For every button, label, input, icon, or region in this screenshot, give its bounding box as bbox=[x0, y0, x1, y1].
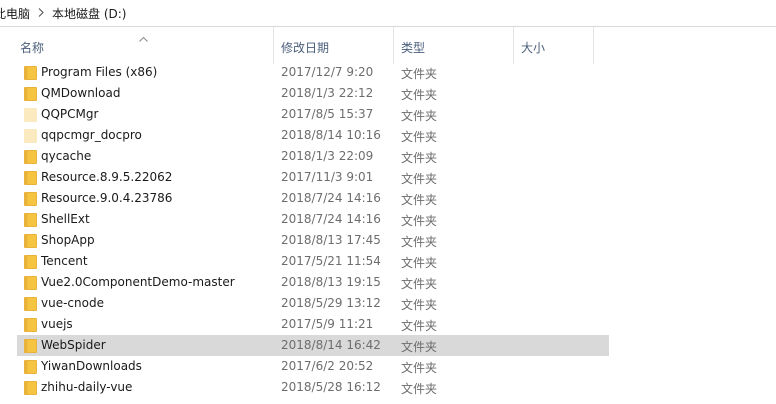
folder-icon bbox=[24, 149, 37, 164]
folder-icon bbox=[24, 191, 37, 206]
folder-icon bbox=[24, 359, 37, 374]
file-modified-date: 2018/5/28 16:12 bbox=[281, 380, 381, 394]
file-modified-date: 2017/8/5 15:37 bbox=[281, 107, 374, 121]
file-row[interactable]: qycache 2018/1/3 22:09 文件夹 bbox=[17, 146, 609, 167]
file-row[interactable]: WebSpider 2018/8/14 16:42 文件夹 bbox=[17, 335, 609, 356]
file-type: 文件夹 bbox=[401, 151, 438, 165]
file-modified-date: 2017/12/7 9:20 bbox=[281, 65, 374, 79]
file-name: ShopApp bbox=[41, 233, 95, 247]
column-header-size[interactable]: 大小 bbox=[514, 27, 594, 64]
column-header-date[interactable]: 修改日期 bbox=[274, 27, 394, 64]
folder-icon bbox=[24, 212, 37, 227]
file-type: 文件夹 bbox=[401, 319, 438, 333]
file-name: Resource.9.0.4.23786 bbox=[41, 191, 173, 205]
folder-icon bbox=[24, 317, 37, 332]
file-name: QMDownload bbox=[41, 86, 121, 100]
breadcrumb-this-pc[interactable]: 此电脑 bbox=[0, 5, 30, 22]
breadcrumb-drive-d[interactable]: 本地磁盘 (D:) bbox=[52, 5, 126, 22]
file-type: 文件夹 bbox=[401, 193, 438, 207]
file-row[interactable]: QQPCMgr 2017/8/5 15:37 文件夹 bbox=[17, 104, 609, 125]
file-row[interactable]: Resource.9.0.4.23786 2018/7/24 14:16 文件夹 bbox=[17, 188, 609, 209]
file-type: 文件夹 bbox=[401, 88, 438, 102]
file-name: zhihu-daily-vue bbox=[41, 380, 133, 394]
column-header-type[interactable]: 类型 bbox=[394, 27, 514, 64]
file-type: 文件夹 bbox=[401, 235, 438, 249]
file-type: 文件夹 bbox=[401, 67, 438, 81]
file-type: 文件夹 bbox=[401, 109, 438, 123]
file-modified-date: 2018/7/24 14:16 bbox=[281, 212, 381, 226]
file-name: qqpcmgr_docpro bbox=[41, 128, 142, 142]
file-modified-date: 2018/7/24 14:16 bbox=[281, 191, 381, 205]
file-row[interactable]: zhihu-daily-vue 2018/5/28 16:12 文件夹 bbox=[17, 377, 609, 398]
folder-icon bbox=[24, 233, 37, 248]
column-header-bar: 名称 修改日期 类型 大小 bbox=[0, 27, 776, 64]
file-modified-date: 2018/8/14 10:16 bbox=[281, 128, 381, 142]
file-name: Vue2.0ComponentDemo-master bbox=[41, 275, 235, 289]
file-modified-date: 2018/5/29 13:12 bbox=[281, 296, 381, 310]
file-modified-date: 2018/1/3 22:12 bbox=[281, 86, 374, 100]
file-row[interactable]: qqpcmgr_docpro 2018/8/14 10:16 文件夹 bbox=[17, 125, 609, 146]
folder-icon bbox=[24, 65, 37, 80]
file-type: 文件夹 bbox=[401, 172, 438, 186]
file-name: WebSpider bbox=[41, 338, 106, 352]
file-row[interactable]: YiwanDownloads 2017/6/2 20:52 文件夹 bbox=[17, 356, 609, 377]
folder-icon bbox=[24, 296, 37, 311]
file-row[interactable]: vuejs 2017/5/9 11:21 文件夹 bbox=[17, 314, 609, 335]
address-bar[interactable]: 此电脑 本地磁盘 (D:) bbox=[0, 0, 776, 27]
sort-ascending-icon bbox=[139, 31, 148, 45]
file-row[interactable]: Vue2.0ComponentDemo-master 2018/8/13 19:1… bbox=[17, 272, 609, 293]
file-modified-date: 2017/6/2 20:52 bbox=[281, 359, 374, 373]
file-type: 文件夹 bbox=[401, 340, 438, 354]
file-type: 文件夹 bbox=[401, 256, 438, 270]
folder-pale-icon bbox=[24, 128, 37, 143]
file-modified-date: 2018/8/13 19:15 bbox=[281, 275, 381, 289]
file-name: ShellExt bbox=[41, 212, 90, 226]
folder-icon bbox=[24, 275, 37, 290]
file-row[interactable]: Tencent 2017/5/21 11:54 文件夹 bbox=[17, 251, 609, 272]
folder-icon bbox=[24, 380, 37, 395]
file-name: YiwanDownloads bbox=[41, 359, 142, 373]
file-name: QQPCMgr bbox=[41, 107, 99, 121]
folder-pale-icon bbox=[24, 107, 37, 122]
file-name: Program Files (x86) bbox=[41, 65, 158, 79]
file-row[interactable]: vue-cnode 2018/5/29 13:12 文件夹 bbox=[17, 293, 609, 314]
file-name: qycache bbox=[41, 149, 92, 163]
file-modified-date: 2017/11/3 9:01 bbox=[281, 170, 374, 184]
folder-icon bbox=[24, 254, 37, 269]
file-name: Resource.8.9.5.22062 bbox=[41, 170, 173, 184]
chevron-right-icon[interactable] bbox=[30, 8, 52, 19]
column-header-type-label: 类型 bbox=[401, 41, 426, 55]
column-header-date-label: 修改日期 bbox=[281, 41, 330, 55]
file-modified-date: 2018/8/14 16:42 bbox=[281, 338, 381, 352]
folder-icon bbox=[24, 170, 37, 185]
file-name: Tencent bbox=[41, 254, 88, 268]
file-modified-date: 2018/1/3 22:09 bbox=[281, 149, 374, 163]
file-name: vuejs bbox=[41, 317, 73, 331]
file-row[interactable]: ShopApp 2018/8/13 17:45 文件夹 bbox=[17, 230, 609, 251]
column-header-name-label: 名称 bbox=[20, 41, 45, 55]
file-row[interactable]: QMDownload 2018/1/3 22:12 文件夹 bbox=[17, 83, 609, 104]
file-row[interactable]: Resource.8.9.5.22062 2017/11/3 9:01 文件夹 bbox=[17, 167, 609, 188]
file-modified-date: 2017/5/21 11:54 bbox=[281, 254, 381, 268]
file-modified-date: 2018/8/13 17:45 bbox=[281, 233, 381, 247]
column-header-size-label: 大小 bbox=[521, 41, 546, 55]
folder-icon bbox=[24, 86, 37, 101]
column-header-name[interactable]: 名称 bbox=[0, 27, 274, 64]
file-type: 文件夹 bbox=[401, 361, 438, 375]
file-row[interactable]: ShellExt 2018/7/24 14:16 文件夹 bbox=[17, 209, 609, 230]
file-type: 文件夹 bbox=[401, 382, 438, 396]
file-modified-date: 2017/5/9 11:21 bbox=[281, 317, 374, 331]
folder-icon bbox=[24, 338, 37, 353]
file-type: 文件夹 bbox=[401, 214, 438, 228]
file-type: 文件夹 bbox=[401, 298, 438, 312]
file-name: vue-cnode bbox=[41, 296, 104, 310]
file-explorer-window: 此电脑 本地磁盘 (D:) 名称 修改日期 类型 大小 Program File… bbox=[0, 0, 776, 404]
file-type: 文件夹 bbox=[401, 130, 438, 144]
file-type: 文件夹 bbox=[401, 277, 438, 291]
file-list: Program Files (x86) 2017/12/7 9:20 文件夹 QMDo… bbox=[0, 62, 776, 398]
file-row[interactable]: Program Files (x86) 2017/12/7 9:20 文件夹 bbox=[17, 62, 609, 83]
